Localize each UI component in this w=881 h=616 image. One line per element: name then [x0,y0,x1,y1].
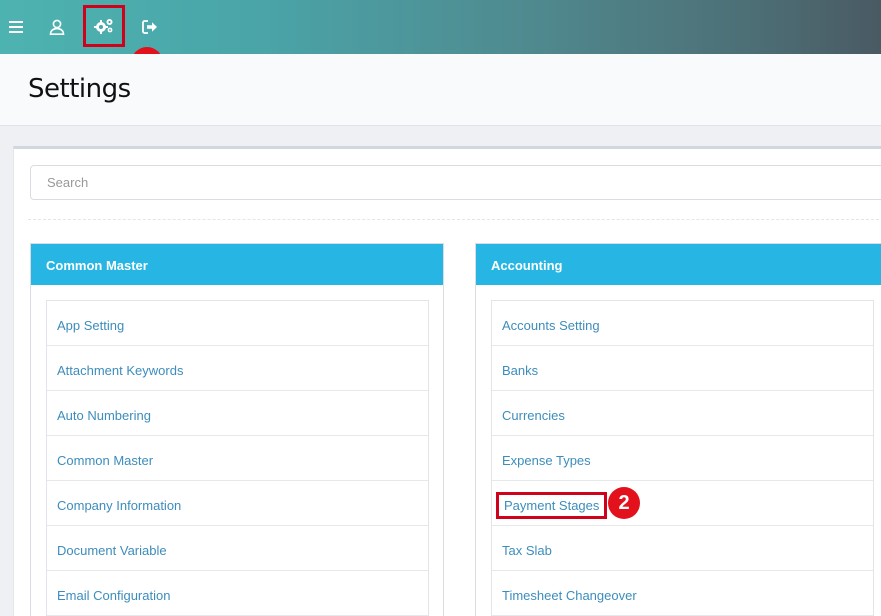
gears-icon[interactable] [83,5,125,47]
settings-list: App Setting Attachment Keywords Auto Num… [46,300,429,616]
panel-common-master: Common Master App Setting Attachment Key… [30,243,444,616]
step-marker-2: 2 [608,487,640,519]
list-item[interactable]: Tax Slab [492,526,873,571]
panel-title: Accounting [476,244,881,285]
sign-out-icon[interactable] [134,11,166,43]
list-item[interactable]: Email Configuration [47,571,428,616]
settings-link[interactable]: Common Master [57,453,153,468]
divider [28,219,881,220]
settings-link[interactable]: Timesheet Changeover [502,588,637,603]
settings-link[interactable]: Attachment Keywords [57,363,183,378]
settings-link[interactable]: Auto Numbering [57,408,151,423]
list-item[interactable]: Common Master [47,436,428,481]
list-item[interactable]: Currencies [492,391,873,436]
list-item[interactable]: Company Information [47,481,428,526]
list-item[interactable]: Banks [492,346,873,391]
settings-link[interactable]: Banks [502,363,538,378]
list-item[interactable]: Timesheet Changeover [492,571,873,616]
settings-link[interactable]: Currencies [502,408,565,423]
settings-link[interactable]: Document Variable [57,543,167,558]
top-navbar [0,0,881,54]
panel-accounting: Accounting Accounts Setting Banks Curren… [475,243,881,616]
settings-content: Common Master App Setting Attachment Key… [13,146,881,616]
search-input[interactable] [30,165,881,200]
list-item[interactable]: Document Variable [47,526,428,571]
list-item[interactable]: Expense Types [492,436,873,481]
list-item[interactable]: App Setting [47,301,428,346]
panel-title: Common Master [31,244,443,285]
settings-link[interactable]: Company Information [57,498,181,513]
settings-list: Accounts Setting Banks Currencies Expens… [491,300,874,616]
list-item[interactable]: Attachment Keywords [47,346,428,391]
page-title: Settings [28,74,131,104]
settings-link[interactable]: Email Configuration [57,588,170,603]
page-header: Settings [0,54,881,126]
list-item[interactable]: Payment Stages [492,481,873,526]
payment-stages-link[interactable]: Payment Stages [495,492,608,519]
list-item[interactable]: Auto Numbering [47,391,428,436]
user-icon[interactable] [41,11,73,43]
list-item[interactable]: Accounts Setting [492,301,873,346]
settings-link[interactable]: App Setting [57,318,124,333]
menu-icon[interactable] [0,11,32,43]
settings-link[interactable]: Accounts Setting [502,318,600,333]
settings-link[interactable]: Tax Slab [502,543,552,558]
settings-link[interactable]: Expense Types [502,453,591,468]
